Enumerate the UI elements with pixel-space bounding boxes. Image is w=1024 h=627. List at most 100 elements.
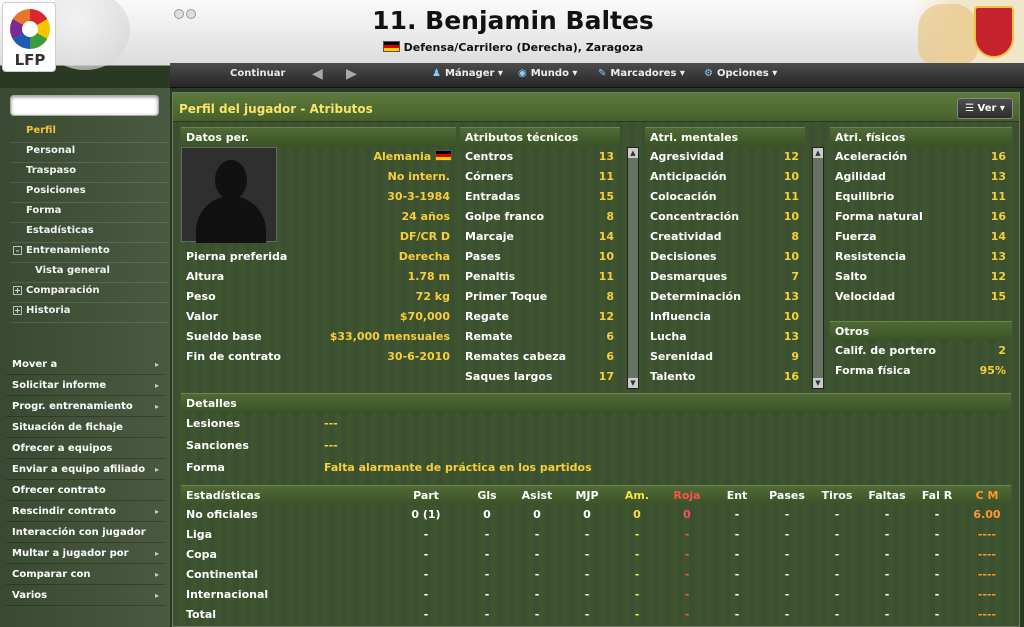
stats-col-part[interactable]: Part	[396, 486, 456, 506]
sidebar-item-perfil[interactable]: Perfil	[10, 123, 168, 143]
others-row-forma-fisica: Forma física 95%	[830, 361, 1012, 381]
action-rescindir-contrato[interactable]: Rescindir contrato ▸	[6, 501, 165, 522]
scroll-down-icon[interactable]: ▼	[813, 378, 823, 388]
technical-scrollbar[interactable]: ▲ ▼	[627, 147, 639, 389]
view-button[interactable]: ☰ Ver ▾	[957, 98, 1013, 119]
personal-label: Peso	[186, 290, 216, 303]
action-progr-entrenamiento[interactable]: Progr. entrenamiento ▸	[6, 396, 165, 417]
action-ofrecer-a-equipos[interactable]: Ofrecer a equipos	[6, 438, 165, 459]
expand-icon[interactable]: +	[13, 306, 22, 315]
stats-col-c-m[interactable]: C M	[957, 486, 1017, 506]
mental-row-lucha: Lucha 13	[645, 327, 805, 347]
menu-manager[interactable]: ♟ Mánager ▾	[432, 68, 503, 79]
sidebar-item-historia[interactable]: + Historia	[10, 303, 168, 323]
search-input[interactable]	[10, 95, 159, 116]
mental-value: 10	[783, 210, 799, 223]
scroll-up-icon[interactable]: ▲	[813, 148, 823, 158]
personal-row-fin-de-contrato: Fin de contrato 30-6-2010	[181, 347, 456, 367]
stats-row-label: Continental	[186, 568, 259, 581]
sidebar-item-comparacion[interactable]: + Comparación	[10, 283, 168, 303]
stats-row-label: Internacional	[186, 588, 269, 601]
shield-icon	[974, 6, 1014, 58]
mental-label: Colocación	[650, 190, 717, 203]
menu-opciones-label: Opciones	[716, 68, 769, 79]
mental-scrollbar[interactable]: ▲ ▼	[812, 147, 824, 389]
sidebar-item-label: Traspaso	[26, 165, 77, 176]
sidebar-nav: Perfil Personal Traspaso Posiciones Form…	[10, 123, 168, 323]
technical-row-remates-cabeza: Remates cabeza 6	[460, 347, 620, 367]
details-label: Lesiones	[186, 417, 241, 430]
sidebar-item-label: Entrenamiento	[26, 245, 110, 256]
sidebar-item-posiciones[interactable]: Posiciones	[10, 183, 168, 203]
scroll-up-icon[interactable]: ▲	[628, 148, 638, 158]
others-label: Calif. de portero	[835, 344, 936, 357]
dob-value: 30-3-1984	[387, 190, 450, 203]
stats-row-label: No oficiales	[186, 508, 258, 521]
lfp-logo[interactable]: LFP	[2, 2, 56, 72]
action-mover-a[interactable]: Mover a ▸	[6, 354, 165, 375]
action-solicitar-informe[interactable]: Solicitar informe ▸	[6, 375, 165, 396]
position-value: DF/CR D	[399, 230, 450, 243]
action-situacion-de-fichaje[interactable]: Situación de fichaje	[6, 417, 165, 438]
action-ofrecer-contrato[interactable]: Ofrecer contrato	[6, 480, 165, 501]
window-control-icon[interactable]	[174, 9, 184, 19]
sidebar-item-traspaso[interactable]: Traspaso	[10, 163, 168, 183]
mental-label: Anticipación	[650, 170, 727, 183]
window-controls[interactable]	[174, 9, 198, 22]
action-label: Interacción con jugador	[12, 527, 146, 538]
action-enviar-a-equipo-afiliado[interactable]: Enviar a equipo afiliado ▸	[6, 459, 165, 480]
stats-row-copa: Copa - - - - - - - - - - - ----	[181, 545, 1011, 565]
continue-button[interactable]: Continuar	[230, 68, 285, 79]
stats-section: Estadísticas Part Gls Asist MJP Am. Roja Ent Pas…	[181, 485, 1011, 625]
window-control-icon[interactable]	[186, 9, 196, 19]
physical-row-equilibrio: Equilibrio 11	[830, 187, 1012, 207]
action-label: Comparar con	[12, 569, 91, 580]
sidebar-item-label: Vista general	[35, 265, 110, 276]
sidebar-item-forma[interactable]: Forma	[10, 203, 168, 223]
globe-icon: ◉	[518, 68, 527, 79]
scroll-down-icon[interactable]: ▼	[628, 378, 638, 388]
nationality-value: Alemania	[373, 150, 432, 163]
sidebar-item-personal[interactable]: Personal	[10, 143, 168, 163]
technical-label: Primer Toque	[465, 290, 548, 303]
sidebar-item-vista-general[interactable]: Vista general	[10, 263, 168, 283]
personal-label: Sueldo base	[186, 330, 262, 343]
details-row-lesiones: Lesiones ---	[181, 413, 1011, 435]
mental-value: 12	[783, 150, 799, 163]
others-header: Otros	[830, 321, 1012, 341]
mental-row-decisiones: Decisiones 10	[645, 247, 805, 267]
mental-row-determinacion: Determinación 13	[645, 287, 805, 307]
chevron-right-icon: ▸	[154, 507, 159, 516]
app-window: LFP 11. Benjamin Baltes Defensa/Carriler…	[0, 0, 1024, 627]
stats-cell: ----	[977, 528, 997, 541]
physical-label: Forma natural	[835, 210, 923, 223]
back-arrow-icon[interactable]: ◀	[312, 66, 323, 82]
personal-value: 1.78 m	[407, 270, 450, 283]
sidebar-item-label: Posiciones	[26, 185, 86, 196]
player-subtitle-wrap: Defensa/Carrilero (Derecha), Zaragoza	[300, 41, 726, 54]
mental-value: 8	[791, 230, 799, 243]
action-comparar-con[interactable]: Comparar con ▸	[6, 564, 165, 585]
menu-marcadores[interactable]: ✎ Marcadores ▾	[598, 68, 685, 79]
mental-row-colocacion: Colocación 11	[645, 187, 805, 207]
technical-row-remate: Remate 6	[460, 327, 620, 347]
mental-label: Decisiones	[650, 250, 717, 263]
action-multar-a-jugador-por[interactable]: Multar a jugador por ▸	[6, 543, 165, 564]
action-varios[interactable]: Varios ▸	[6, 585, 165, 606]
collapse-icon[interactable]: -	[13, 246, 22, 255]
menu-opciones[interactable]: ⚙ Opciones ▾	[704, 68, 777, 79]
sidebar-item-estadisticas[interactable]: Estadísticas	[10, 223, 168, 243]
action-interaccion-con-jugador[interactable]: Interacción con jugador	[6, 522, 165, 543]
physical-label: Aceleración	[835, 150, 908, 163]
menu-mundo[interactable]: ◉ Mundo ▾	[518, 68, 577, 79]
action-label: Multar a jugador por	[12, 548, 129, 559]
technical-value: 6	[606, 350, 614, 363]
sidebar-item-entrenamiento[interactable]: - Entrenamiento	[10, 243, 168, 263]
sidebar: Perfil Personal Traspaso Posiciones Form…	[0, 88, 170, 627]
forward-arrow-icon[interactable]: ▶	[346, 66, 357, 82]
personal-row-sueldo-base: Sueldo base $33,000 mensuales	[181, 327, 456, 347]
expand-icon[interactable]: +	[13, 286, 22, 295]
mental-label: Creatividad	[650, 230, 722, 243]
technical-label: Córners	[465, 170, 514, 183]
nationality-row: Alemania	[281, 147, 456, 167]
